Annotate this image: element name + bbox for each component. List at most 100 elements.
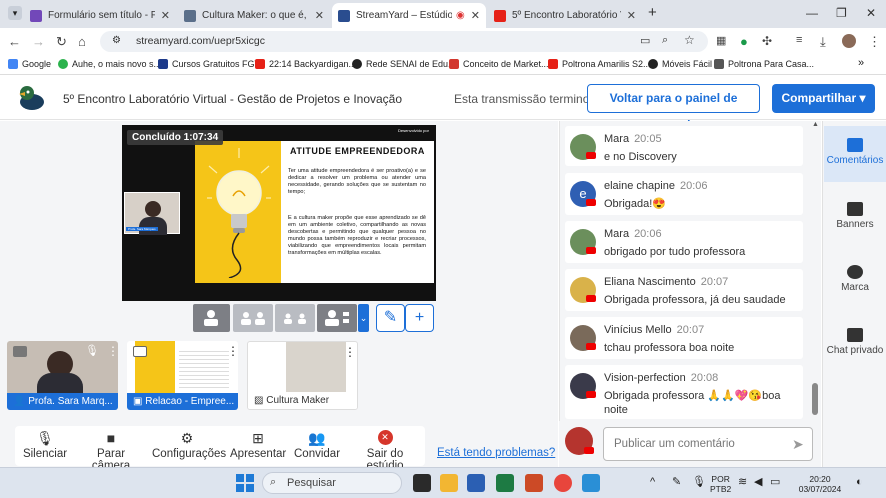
windows-start-icon[interactable] <box>236 474 254 492</box>
taskbar-search[interactable]: ⌕ Pesquisar <box>262 472 402 494</box>
menu-icon[interactable]: ⋮ <box>868 34 881 50</box>
close-icon[interactable]: ✕ <box>315 9 324 22</box>
star-icon[interactable]: ☆ <box>684 33 695 47</box>
tab-list-icon[interactable]: ▾ <box>8 6 22 20</box>
bookmark-poltrona[interactable]: Poltrona Amarilis S2... <box>548 59 651 69</box>
share-button[interactable]: Compartilhar ▾ <box>772 84 875 113</box>
bookmark-fgv[interactable]: Cursos Gratuitos FGV <box>158 59 261 69</box>
layout-solo-button[interactable] <box>193 304 230 332</box>
address-bar-row: ← → ↻ ⌂ ⚙ streamyard.com/uepr5xicgc ▭ ⌕ … <box>0 28 886 55</box>
chat-message: Eliana Nascimento 20:07 Obrigada professo… <box>565 269 803 311</box>
forward-icon[interactable]: → <box>32 34 45 49</box>
minimize-icon[interactable]: — <box>806 6 818 20</box>
source-thumbnail-screen[interactable]: ⋮ ▣ Relacao - Empree... <box>127 341 238 410</box>
cast-icon[interactable]: ▭ <box>640 34 650 47</box>
settings-button[interactable]: ⚙ Configurações <box>152 430 226 460</box>
bookmark-senai[interactable]: Rede SENAI de Edu... <box>352 59 456 69</box>
thumbnail-label: ▣ Relacao - Empree... <box>127 393 238 410</box>
edit-button[interactable]: ✎ <box>376 304 405 332</box>
layout-group-button[interactable] <box>275 304 315 332</box>
chat-message: Vision-perfection 20:08 Obrigada professo… <box>565 365 803 419</box>
present-button[interactable]: ⊞ Apresentar <box>230 430 286 460</box>
chat-scrollbar[interactable]: ▲ <box>811 121 820 426</box>
close-icon[interactable]: ✕ <box>471 9 480 22</box>
tab-private-chat[interactable]: Chat privado <box>824 328 886 356</box>
clock[interactable]: 20:20 03/07/2024 <box>792 474 848 494</box>
bookmark-poltrona-casa[interactable]: Poltrona Para Casa... <box>714 59 814 69</box>
excel-icon[interactable] <box>496 474 514 492</box>
tab-form[interactable]: Formulário sem título - Formulá ✕ <box>24 3 176 28</box>
scrollbar-thumb[interactable] <box>812 383 818 415</box>
wifi-icon[interactable]: ≋ <box>738 477 747 488</box>
taskview-icon[interactable] <box>413 474 431 492</box>
leader-icon <box>325 310 349 326</box>
more-options-icon[interactable]: ⋮ <box>107 344 118 358</box>
tab-cultura-maker[interactable]: Cultura Maker: o que é, import ✕ <box>178 3 330 28</box>
site-info-icon[interactable]: ⚙ <box>112 35 121 46</box>
powerpoint-icon[interactable] <box>525 474 543 492</box>
window-close-icon[interactable]: ✕ <box>866 6 876 20</box>
home-icon[interactable]: ⌂ <box>78 34 86 49</box>
extensions-icon[interactable]: ▦ <box>716 34 726 47</box>
mute-button[interactable]: 🎙 Silenciar <box>22 430 68 460</box>
screen-share-icon <box>133 346 147 357</box>
add-button[interactable]: + <box>405 304 434 332</box>
url-field[interactable]: ⚙ streamyard.com/uepr5xicgc ▭ ⌕ ☆ <box>100 31 708 52</box>
puzzle-icon[interactable]: ✣ <box>762 34 772 48</box>
chrome-icon[interactable] <box>554 474 572 492</box>
comment-input[interactable]: Publicar um comentário <box>603 427 813 461</box>
bookmark-marketing[interactable]: Conceito de Market... <box>449 59 549 69</box>
leave-studio-button[interactable]: ✕ Sair do estúdio <box>349 430 421 472</box>
tab-comments[interactable]: Comentários <box>824 126 886 182</box>
profile-avatar[interactable] <box>842 34 856 48</box>
bookmark-auhe[interactable]: Auhe, o mais novo s... <box>58 59 161 69</box>
help-link[interactable]: Está tendo problemas? <box>437 447 555 459</box>
reload-icon[interactable]: ↻ <box>56 34 67 50</box>
word-icon[interactable] <box>467 474 485 492</box>
close-icon[interactable]: ✕ <box>627 9 636 22</box>
extension-icon[interactable]: ● <box>740 34 748 49</box>
more-options-icon[interactable]: ⋮ <box>227 344 238 358</box>
volume-icon[interactable]: ◀ <box>754 477 762 488</box>
source-thumbnail-camera[interactable]: 🎙 ⋮ 👤 Profa. Sara Marq... <box>7 341 118 410</box>
chevron-down-icon: ▾ <box>859 91 866 105</box>
app-icon[interactable] <box>582 474 600 492</box>
keyboard-language[interactable]: POR PTB2 <box>710 474 731 494</box>
pen-icon[interactable]: ✎ <box>672 477 681 488</box>
file-explorer-icon[interactable] <box>440 474 458 492</box>
download-icon[interactable]: ⤓ <box>820 34 826 50</box>
tray-chevron-icon[interactable]: ^ <box>650 477 655 488</box>
source-thumbnail-media[interactable]: ⋮ ▨ Cultura Maker <box>247 341 358 410</box>
bookmark-google[interactable]: Google <box>8 59 51 69</box>
tab-streamyard[interactable]: StreamYard – Estúdio ◉ ✕ <box>332 3 486 28</box>
side-label: Chat privado <box>826 345 884 356</box>
close-icon[interactable]: ✕ <box>161 9 170 22</box>
invite-button[interactable]: 👥 Convidar <box>294 430 340 460</box>
battery-icon[interactable]: ▭ <box>770 477 780 488</box>
layout-two-button[interactable] <box>233 304 273 332</box>
tab-banners[interactable]: Banners <box>824 202 886 230</box>
share-label: Compartilhar <box>781 91 857 105</box>
scroll-up-icon[interactable]: ▲ <box>812 121 819 128</box>
restore-icon[interactable]: ❐ <box>836 6 847 20</box>
stop-camera-button[interactable]: ■ Parar câmera <box>78 430 144 472</box>
microphone-icon[interactable]: 🎙 <box>85 344 99 357</box>
send-icon[interactable]: ➤ <box>792 436 804 453</box>
tab-brand[interactable]: Marca <box>824 265 886 293</box>
new-tab-icon[interactable]: + <box>648 4 657 21</box>
back-icon[interactable]: ← <box>8 34 21 49</box>
youtube-icon <box>586 391 596 398</box>
bookmarks-more-icon[interactable]: » <box>858 57 864 69</box>
media-icon[interactable]: ≡ <box>796 34 802 46</box>
more-options-icon[interactable]: ⋮ <box>344 345 356 359</box>
microphone-icon[interactable]: 🎙 <box>692 477 706 488</box>
layout-side-button[interactable] <box>317 304 357 332</box>
bookmark-moveis[interactable]: Móveis Fácil <box>648 59 712 69</box>
notifications-icon[interactable]: ◐ <box>856 477 863 488</box>
youtube-icon <box>586 343 596 350</box>
tab-youtube[interactable]: 5º Encontro Laboratório Virtual ✕ <box>488 3 642 28</box>
zoom-icon[interactable]: ⌕ <box>662 34 668 47</box>
more-layouts-button[interactable]: ⌄ <box>358 304 369 332</box>
back-to-dashboard-button[interactable]: Voltar para o painel de controle <box>587 84 760 132</box>
bookmark-backyardigans[interactable]: 22:14 Backyardigan... <box>255 59 356 69</box>
